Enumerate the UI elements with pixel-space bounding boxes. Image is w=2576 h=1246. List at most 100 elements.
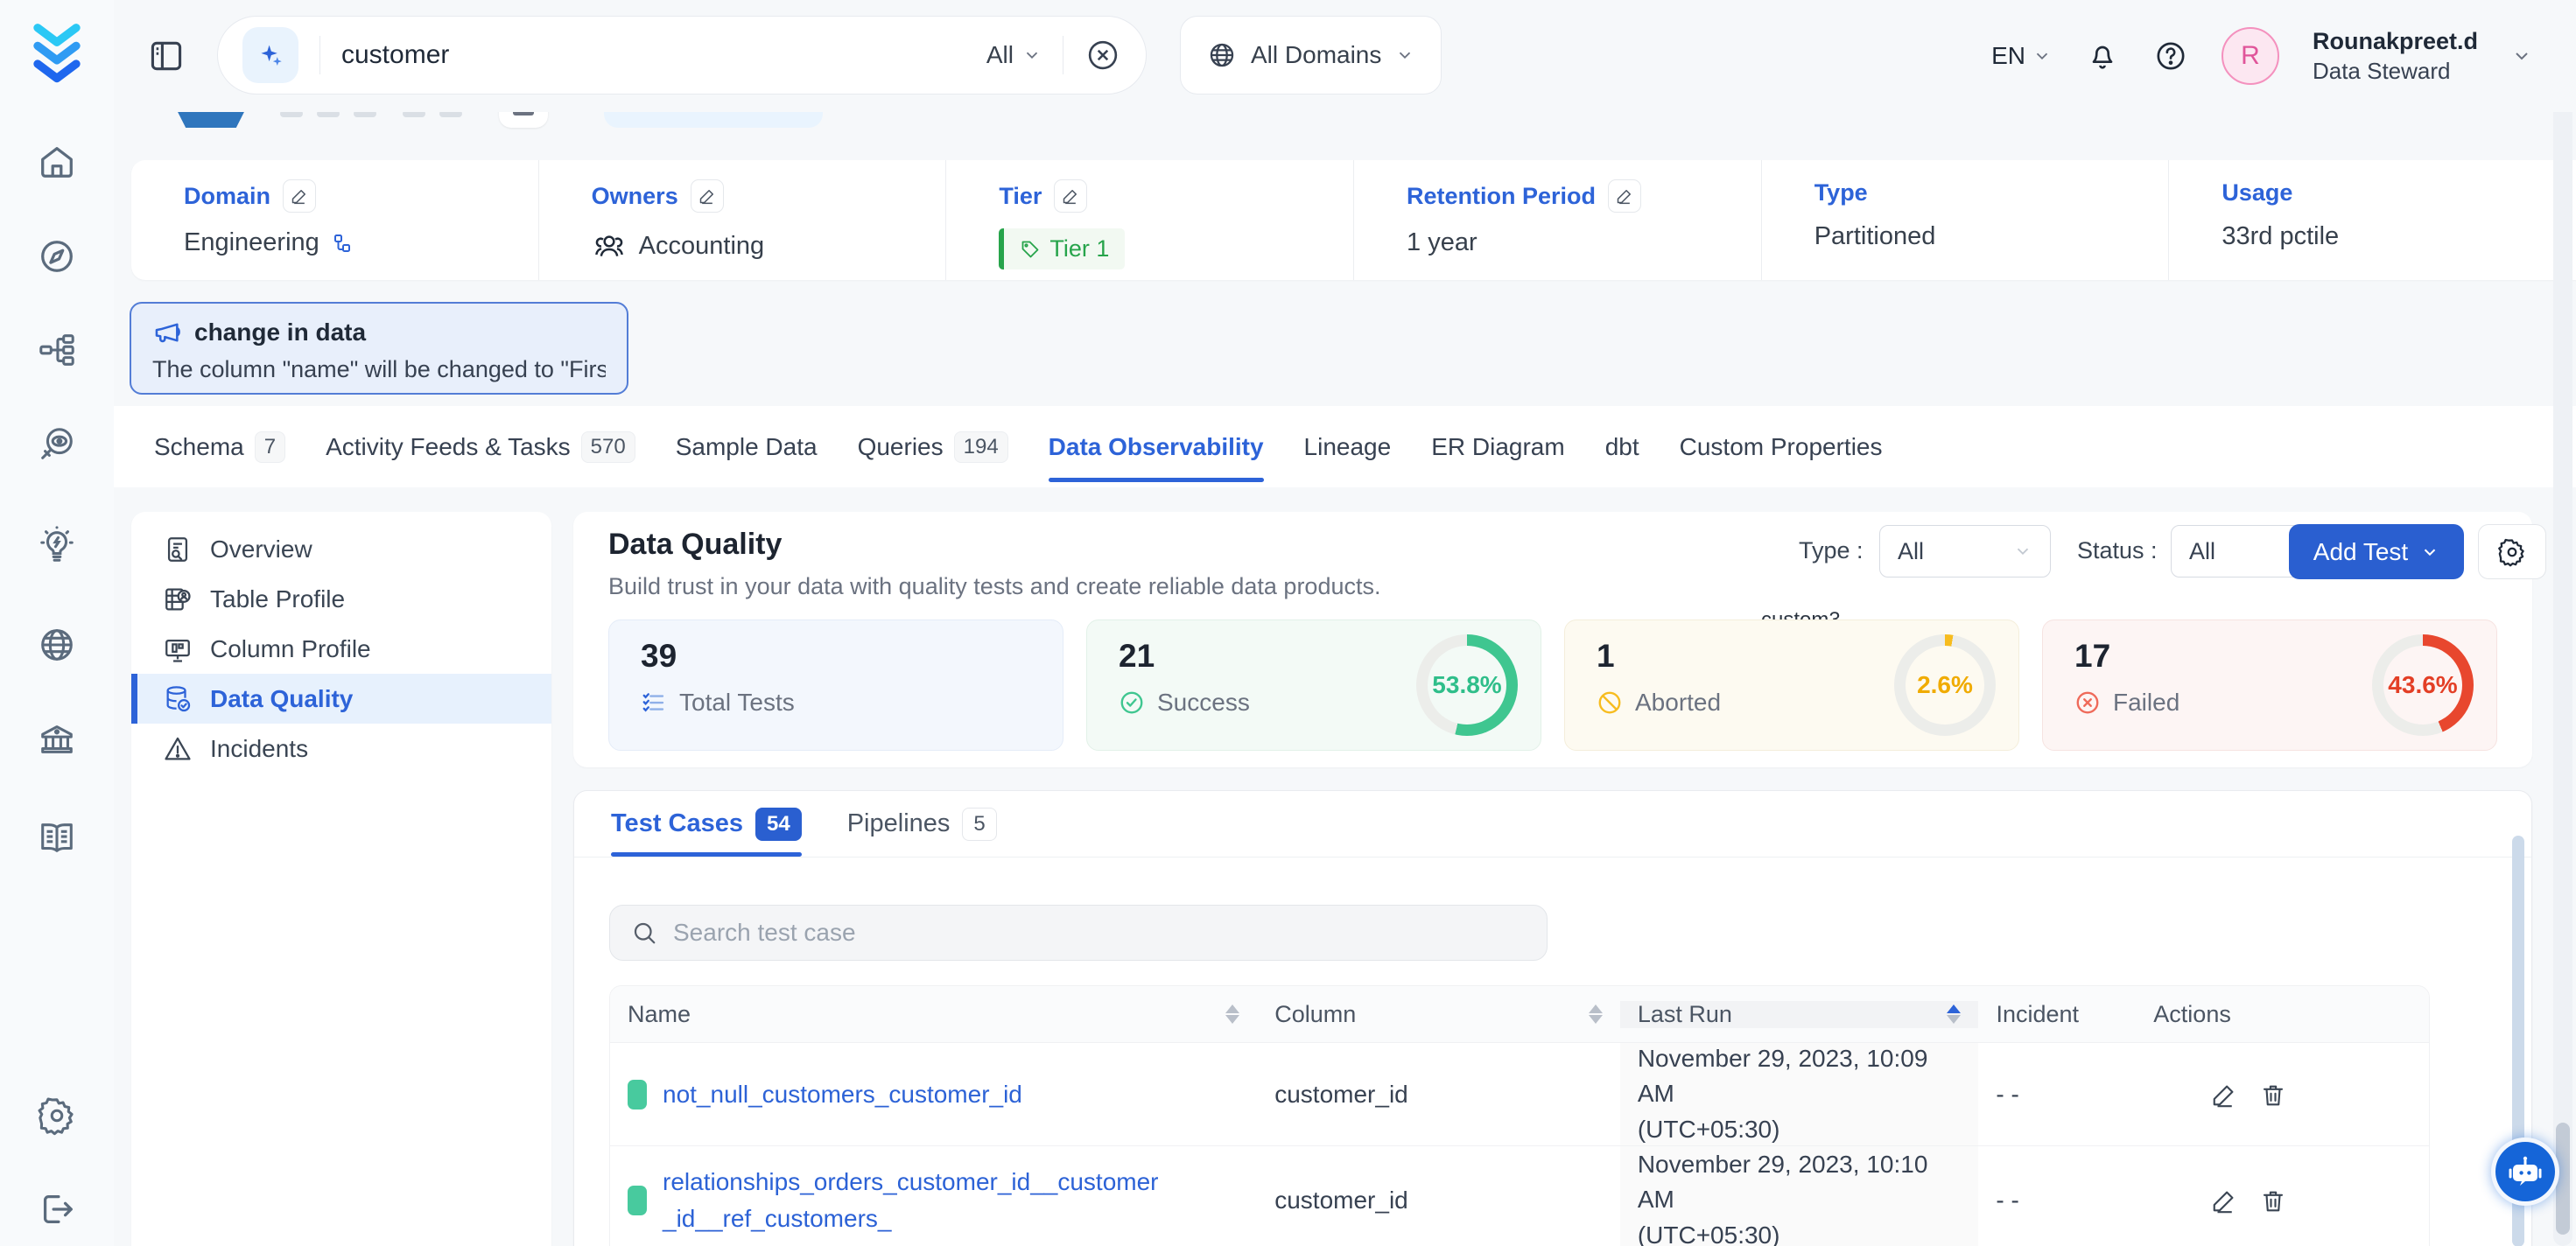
summary-cards: 39 Total Tests custom3 21 Success 53.8% …	[608, 620, 2497, 751]
retention-value: 1 year	[1407, 228, 1478, 257]
tab-test-cases[interactable]: Test Cases54	[611, 791, 802, 857]
clear-search-icon[interactable]	[1084, 37, 1121, 74]
add-test-button[interactable]: Add Test	[2289, 524, 2464, 579]
tab-er-diagram[interactable]: ER Diagram	[1431, 406, 1564, 487]
sidebar-toggle-icon[interactable]	[147, 37, 186, 75]
test-settings-button[interactable]	[2478, 524, 2546, 579]
menu-item-table-profile[interactable]: Table Profile	[131, 574, 551, 624]
test-cases-panel: Test Cases54 Pipelines5 Name Column Last…	[573, 790, 2532, 1246]
metadata-owners: Owners Accounting	[538, 160, 946, 280]
page-scrollbar-track	[2553, 79, 2572, 1246]
owners-label: Owners	[592, 183, 678, 210]
aborted-donut: 2.6%	[1894, 634, 1996, 736]
success-donut: 53.8%	[1416, 634, 1518, 736]
sort-name[interactable]	[1225, 1004, 1239, 1024]
data-quality-panel: Data Quality Build trust in your data wi…	[573, 512, 2532, 767]
domain-value[interactable]: Engineering	[184, 228, 319, 257]
domains-icon[interactable]	[37, 625, 77, 665]
test-case-search[interactable]	[609, 905, 1548, 961]
usage-label: Usage	[2222, 179, 2292, 206]
delete-test-icon[interactable]	[2260, 1187, 2286, 1214]
governance-icon[interactable]	[37, 719, 77, 760]
summary-success[interactable]: custom3 21 Success 53.8%	[1086, 620, 1541, 751]
notifications-bell-icon[interactable]	[2085, 38, 2120, 74]
status-success-indicator	[628, 1186, 647, 1215]
incidents-icon	[163, 734, 193, 764]
edit-tier-icon[interactable]	[1054, 179, 1087, 213]
tab-lineage[interactable]: Lineage	[1304, 406, 1392, 487]
search-scope-dropdown[interactable]: All	[986, 41, 1042, 69]
test-case-search-input[interactable]	[673, 919, 1526, 947]
search-input[interactable]	[341, 40, 986, 70]
edit-domain-icon[interactable]	[283, 179, 316, 213]
edit-owners-icon[interactable]	[691, 179, 724, 213]
summary-failed[interactable]: 17 Failed 43.6%	[2042, 620, 2497, 751]
type-filter-select[interactable]: All	[1879, 525, 2051, 578]
chat-bot-button[interactable]	[2491, 1138, 2559, 1206]
tab-sample-data[interactable]: Sample Data	[676, 406, 818, 487]
search-icon	[631, 920, 657, 946]
user-info[interactable]: Rounakpreet.d Data Steward	[2313, 27, 2478, 85]
app-logo[interactable]	[28, 23, 86, 86]
owners-value[interactable]: Accounting	[639, 232, 765, 261]
tab-custom-properties[interactable]: Custom Properties	[1680, 406, 1883, 487]
user-menu-chevron-icon[interactable]	[2511, 46, 2532, 66]
sort-last-run[interactable]	[1947, 1004, 1961, 1024]
megaphone-icon	[152, 318, 182, 347]
table-row: relationships_orders_customer_id__custom…	[610, 1145, 2429, 1246]
test-case-tab-bar: Test Cases54 Pipelines5	[574, 791, 2531, 858]
gear-icon	[2497, 537, 2527, 567]
logout-icon[interactable]	[37, 1189, 77, 1229]
language-selector[interactable]: EN	[1991, 42, 2052, 70]
tab-queries[interactable]: Queries194	[858, 406, 1008, 487]
type-label: Type	[1814, 179, 1868, 206]
entity-metadata-card: Domain Engineering Owners Accounting Tie…	[131, 160, 2576, 280]
tab-dbt[interactable]: dbt	[1605, 406, 1639, 487]
edit-retention-icon[interactable]	[1608, 179, 1641, 213]
menu-item-incidents[interactable]: Incidents	[131, 724, 551, 774]
tab-data-observability[interactable]: Data Observability	[1049, 406, 1264, 487]
menu-item-data-quality[interactable]: Data Quality	[131, 674, 551, 724]
team-icon	[592, 228, 627, 263]
menu-item-overview[interactable]: Overview	[131, 524, 551, 574]
help-icon[interactable]	[2153, 38, 2188, 74]
test-case-link[interactable]: not_null_customers_customer_id	[663, 1076, 1022, 1113]
metadata-tier: Tier Tier 1	[945, 160, 1353, 280]
insights-icon[interactable]	[37, 525, 77, 565]
observability-icon[interactable]	[37, 424, 77, 465]
table-header-row: Name Column Last Run Incident Actions	[610, 986, 2429, 1042]
tab-schema[interactable]: Schema7	[154, 406, 285, 487]
explore-icon[interactable]	[37, 236, 77, 276]
user-avatar[interactable]: R	[2222, 27, 2279, 85]
summary-total-tests[interactable]: 39 Total Tests	[608, 620, 1063, 751]
status-success-indicator	[628, 1080, 647, 1110]
metadata-retention: Retention Period 1 year	[1353, 160, 1761, 280]
glossary-icon[interactable]	[37, 818, 77, 858]
edit-test-icon[interactable]	[2211, 1187, 2237, 1214]
lineage-icon[interactable]	[37, 330, 77, 370]
announcement-card[interactable]: change in data The column "name" will be…	[130, 302, 628, 395]
left-nav-rail	[0, 0, 114, 1246]
tag-icon	[1020, 239, 1041, 260]
menu-item-column-profile[interactable]: Column Profile	[131, 624, 551, 674]
retention-label: Retention Period	[1407, 183, 1596, 210]
delete-test-icon[interactable]	[2260, 1082, 2286, 1108]
edit-test-icon[interactable]	[2211, 1082, 2237, 1108]
home-icon[interactable]	[37, 142, 77, 182]
tier-badge[interactable]: Tier 1	[999, 228, 1125, 270]
sort-column[interactable]	[1589, 1004, 1603, 1024]
test-case-link[interactable]: relationships_orders_customer_id__custom…	[663, 1164, 1166, 1237]
column-profile-icon	[163, 634, 193, 664]
page-title: Data Quality	[608, 528, 782, 562]
tab-activity-feeds[interactable]: Activity Feeds & Tasks570	[326, 406, 635, 487]
settings-gear-icon[interactable]	[37, 1096, 77, 1136]
summary-aborted[interactable]: 1 Aborted 2.6%	[1564, 620, 2019, 751]
global-search-bar[interactable]: All	[217, 16, 1147, 94]
domain-label[interactable]: Domain	[184, 183, 270, 210]
usage-value: 33rd pctile	[2222, 222, 2339, 251]
metadata-domain: Domain Engineering	[131, 160, 538, 280]
all-domains-button[interactable]: All Domains	[1180, 16, 1442, 94]
announcement-body: The column "name" will be changed to "Fi…	[152, 356, 606, 383]
tab-pipelines[interactable]: Pipelines5	[847, 791, 997, 857]
ai-sparkle-icon[interactable]	[242, 27, 298, 83]
